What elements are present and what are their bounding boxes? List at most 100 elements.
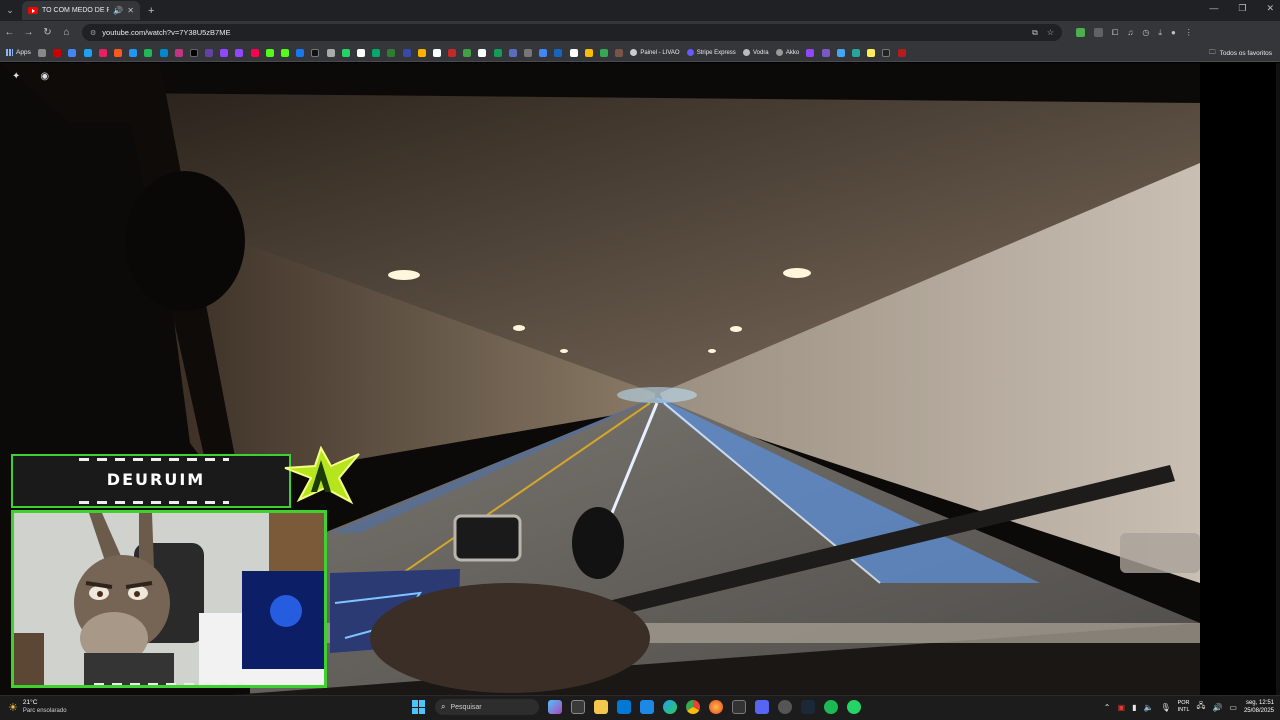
bookmark-icon[interactable]: [83, 48, 92, 57]
speaker-icon[interactable]: 🔊: [1212, 703, 1222, 712]
history-icon[interactable]: ◷: [1142, 28, 1149, 37]
bookmark-icon[interactable]: [508, 48, 517, 57]
bookmark-icon[interactable]: [220, 48, 229, 57]
bookmark-icon[interactable]: [836, 48, 845, 57]
network-icon[interactable]: 🖧: [1197, 700, 1206, 714]
bookmark-stripe-express[interactable]: Stripe Express: [686, 49, 736, 56]
bookmark-icon[interactable]: [311, 48, 320, 57]
bookmark-icon[interactable]: [615, 48, 624, 57]
bookmark-icon[interactable]: [539, 48, 548, 57]
bookmark-vodra[interactable]: Vodra: [742, 49, 769, 56]
bookmark-icon[interactable]: [144, 48, 153, 57]
downloads-icon[interactable]: ⤓: [1158, 28, 1162, 38]
start-button[interactable]: [412, 700, 426, 714]
bookmark-icon[interactable]: [113, 48, 122, 57]
page-scrollbar[interactable]: [1276, 63, 1280, 695]
volume-icon[interactable]: 🔈: [1143, 703, 1153, 712]
edge-icon[interactable]: [663, 700, 677, 714]
battery-status-icon[interactable]: ▭: [1229, 703, 1237, 712]
bookmark-icon[interactable]: [189, 48, 198, 57]
bookmark-icon[interactable]: [296, 48, 305, 57]
bookmark-icon[interactable]: [599, 48, 608, 57]
firefox-icon[interactable]: [709, 700, 723, 714]
bookmark-icon[interactable]: [387, 48, 396, 57]
all-bookmarks-folder[interactable]: 🗀 Todos os favoritos: [1209, 48, 1272, 59]
open-in-app-icon[interactable]: ⧉: [1032, 28, 1038, 38]
forward-button[interactable]: →: [19, 27, 38, 38]
bookmark-icon[interactable]: [159, 48, 168, 57]
bookmark-akko[interactable]: Akko: [775, 49, 799, 56]
bookmark-icon[interactable]: [98, 48, 107, 57]
bookmark-icon[interactable]: [897, 48, 906, 57]
tab-search-icon[interactable]: ⌄: [0, 1, 20, 21]
bookmark-icon[interactable]: [524, 48, 533, 57]
menu-kebab-icon[interactable]: ⋮: [1185, 28, 1193, 37]
bookmark-icon[interactable]: [402, 48, 411, 57]
bookmark-icon[interactable]: [867, 48, 876, 57]
address-bar[interactable]: ⚙ youtube.com/watch?v=7Y38U5zB7ME ⧉ ☆: [82, 24, 1062, 41]
bookmark-icon[interactable]: [417, 48, 426, 57]
bookmark-icon[interactable]: [129, 48, 138, 57]
discord-icon[interactable]: [755, 700, 769, 714]
new-tab-button[interactable]: +: [148, 5, 154, 17]
spotify-icon[interactable]: [824, 700, 838, 714]
minimize-icon[interactable]: —: [1209, 3, 1218, 14]
home-button[interactable]: ⌂: [57, 27, 76, 38]
magic-wand-icon[interactable]: ✦: [12, 71, 20, 82]
bookmark-icon[interactable]: [356, 48, 365, 57]
keyboard-language[interactable]: POR INTL: [1178, 700, 1190, 714]
steam-icon[interactable]: [801, 700, 815, 714]
bookmark-icon[interactable]: [38, 48, 47, 57]
extension-icon[interactable]: [1076, 28, 1085, 37]
bookmark-icon[interactable]: [235, 48, 244, 57]
media-controls-icon[interactable]: ♫: [1127, 28, 1133, 37]
bookmark-icon[interactable]: [432, 48, 441, 57]
store-icon[interactable]: [640, 700, 654, 714]
active-tab[interactable]: TO COM MEDO DE PERDER... 🔊 ✕: [22, 1, 140, 20]
camera-icon[interactable]: ◉: [40, 71, 49, 82]
profile-icon[interactable]: ●: [1171, 28, 1176, 37]
bookmark-icon[interactable]: [53, 48, 62, 57]
bookmark-icon[interactable]: [569, 48, 578, 57]
close-tab-icon[interactable]: ✕: [127, 6, 134, 15]
chevron-up-icon[interactable]: ⌃: [1104, 703, 1111, 712]
bookmark-icon[interactable]: [851, 48, 860, 57]
site-info-icon[interactable]: ⚙: [90, 29, 96, 37]
bookmark-icon[interactable]: [174, 48, 183, 57]
bookmark-icon[interactable]: [463, 48, 472, 57]
whatsapp-icon[interactable]: [847, 700, 861, 714]
bookmark-icon[interactable]: [806, 48, 815, 57]
system-clock[interactable]: seg, 12:51 25/08/2025: [1244, 699, 1274, 715]
bookmark-icon[interactable]: [265, 48, 274, 57]
bookmark-apps[interactable]: Apps: [6, 49, 31, 56]
task-view-icon[interactable]: [571, 700, 585, 714]
obs-icon[interactable]: [778, 700, 792, 714]
bookmark-icon[interactable]: [448, 48, 457, 57]
bookmark-icon[interactable]: [584, 48, 593, 57]
taskbar-search[interactable]: ⌕ Pesquisar: [435, 699, 539, 715]
maximize-icon[interactable]: ❐: [1238, 3, 1246, 14]
tray-app-icon[interactable]: ▣: [1118, 703, 1126, 712]
bookmark-icon[interactable]: [882, 48, 891, 57]
audio-playing-icon[interactable]: 🔊: [113, 6, 123, 15]
outlook-icon[interactable]: [617, 700, 631, 714]
extension-icon[interactable]: [1094, 28, 1103, 37]
copilot-icon[interactable]: [548, 700, 562, 714]
bookmark-icon[interactable]: [250, 48, 259, 57]
bookmark-icon[interactable]: [281, 48, 290, 57]
video-player[interactable]: ✦ ◉ DEURUIM: [0, 63, 1280, 695]
bookmark-icon[interactable]: [68, 48, 77, 57]
extensions-puzzle-icon[interactable]: ⧠: [1112, 28, 1118, 38]
bookmark-icon[interactable]: [478, 48, 487, 57]
reload-button[interactable]: ↻: [38, 27, 57, 38]
bookmark-icon[interactable]: [205, 48, 214, 57]
bookmark-star-icon[interactable]: ☆: [1047, 28, 1054, 38]
weather-widget[interactable]: ☀ 21°C Parc ensolarado: [8, 699, 67, 715]
back-button[interactable]: ←: [0, 27, 19, 38]
bookmark-icon[interactable]: [326, 48, 335, 57]
url-text[interactable]: youtube.com/watch?v=7Y38U5zB7ME: [102, 28, 1026, 37]
battery-icon[interactable]: ▮: [1132, 703, 1136, 712]
file-explorer-icon[interactable]: [594, 700, 608, 714]
capture-app-icon[interactable]: [732, 700, 746, 714]
microphone-icon[interactable]: 🎙: [1160, 703, 1170, 712]
